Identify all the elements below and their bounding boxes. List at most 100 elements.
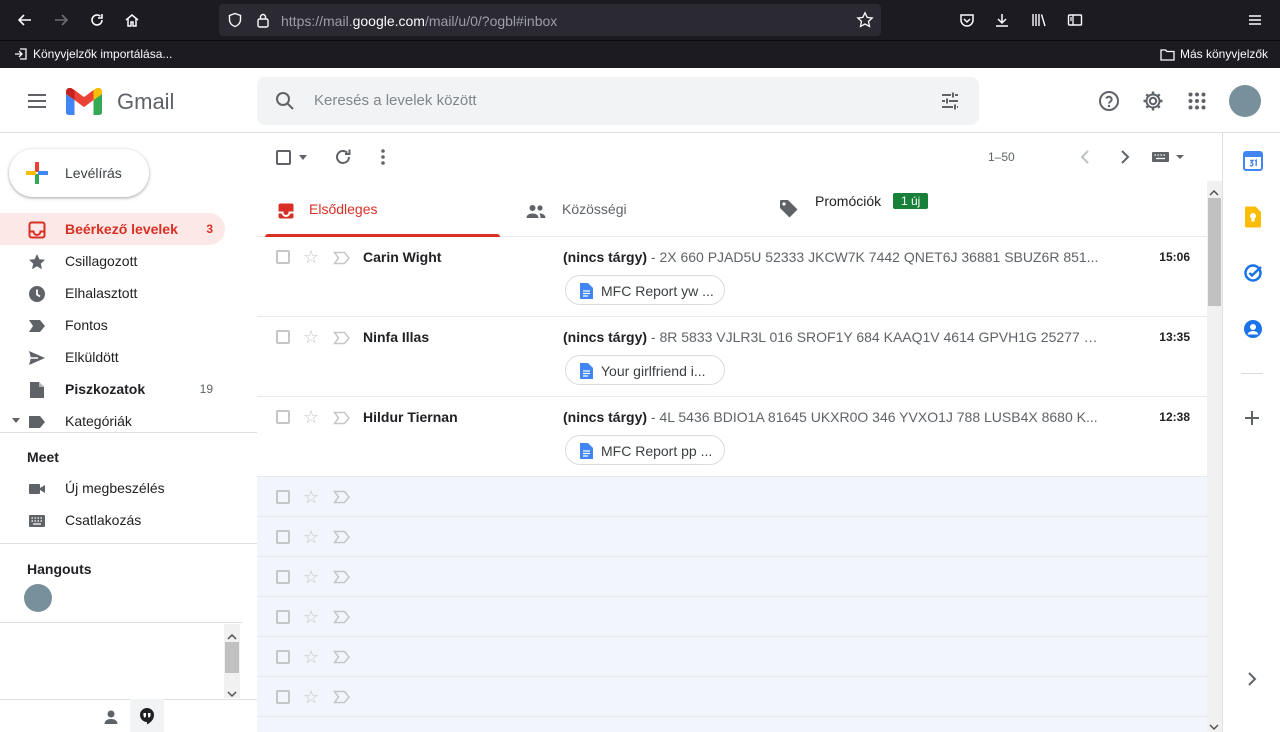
row-checkbox[interactable] [276,490,290,504]
reload-icon[interactable] [85,8,109,32]
gmail-wordmark[interactable]: Gmail [117,89,174,115]
importance-marker-icon[interactable] [333,251,351,265]
next-page-icon[interactable] [1113,145,1137,169]
sidebar-item-inbox[interactable]: Beérkező levelek 3 [0,213,225,245]
star-toggle-icon[interactable]: ☆ [303,487,319,507]
back-icon[interactable] [13,8,37,32]
scroll-up-arrow-icon[interactable] [227,628,237,640]
search-input[interactable]: Keresés a levelek között [314,92,477,109]
row-checkbox[interactable] [276,650,290,664]
select-dropdown-arrow-icon[interactable] [299,155,307,160]
row-checkbox[interactable] [276,690,290,704]
prev-page-icon[interactable] [1073,145,1097,169]
importance-marker-icon[interactable] [333,690,351,704]
email-row[interactable]: ☆ Ninfa Illas (nincs tárgy) - 8R 5833 VJ… [257,317,1207,397]
bookmark-star-icon[interactable] [853,8,877,32]
sidebar-item-snoozed[interactable]: Elhalasztott [0,277,225,309]
star-toggle-icon[interactable]: ☆ [303,327,319,347]
star-toggle-icon[interactable]: ☆ [303,407,319,427]
hangouts-scroll-area[interactable] [0,622,242,699]
tab-label: Promóciók [815,193,882,209]
more-vert-icon[interactable] [371,145,395,169]
importance-marker-icon[interactable] [333,650,351,664]
url-bar[interactable]: https://mail.google.com/mail/u/0/?ogbl#i… [219,4,881,36]
row-checkbox[interactable] [276,570,290,584]
sidebar-toggle-icon[interactable] [1063,8,1087,32]
select-all-checkbox[interactable] [276,150,291,165]
contacts-person-icon[interactable] [99,705,123,729]
importance-marker-icon[interactable] [333,530,351,544]
email-snippet: - 4L 5436 BDIO1A 81645 UKXR0O 346 YVXO1J… [647,409,1098,425]
scroll-down-arrow-icon[interactable] [1209,718,1219,732]
keep-icon[interactable] [1241,205,1265,229]
row-checkbox[interactable] [276,410,290,424]
tab-promotions[interactable]: Promóciók [760,181,1207,237]
tasks-icon[interactable] [1241,261,1265,285]
download-icon[interactable] [990,8,1014,32]
hangouts-avatar[interactable] [24,584,52,612]
attachment-chip[interactable]: Your girlfriend i... [565,355,725,385]
hangouts-chat-icon[interactable] [135,704,159,728]
hangouts-scroll-thumb[interactable] [225,642,239,673]
add-addon-icon[interactable] [1240,406,1264,430]
search-options-icon[interactable] [938,89,962,113]
apps-grid-icon[interactable] [1185,89,1209,113]
refresh-icon[interactable] [331,145,355,169]
sidebar-divider [0,543,257,544]
importance-marker-icon[interactable] [333,490,351,504]
home-icon[interactable] [120,8,144,32]
importance-marker-icon[interactable] [333,331,351,345]
account-avatar[interactable] [1229,85,1261,117]
settings-gear-icon[interactable] [1141,89,1165,113]
meet-join[interactable]: Csatlakozás [0,504,225,536]
scroll-down-arrow-icon[interactable] [227,685,237,698]
star-toggle-icon[interactable]: ☆ [303,647,319,667]
star-toggle-icon[interactable]: ☆ [303,527,319,547]
compose-button[interactable]: Levélírás [9,149,149,197]
tab-primary[interactable]: Elsődleges [257,181,507,237]
forward-icon[interactable] [49,8,73,32]
bookmark-import[interactable]: Könyvjelzők importálása... [14,47,172,61]
tab-social[interactable]: Közösségi [507,181,760,237]
row-checkbox[interactable] [276,610,290,624]
meet-new-meeting[interactable]: Új megbeszélés [0,472,225,504]
sidebar-item-important[interactable]: Fontos [0,309,225,341]
star-toggle-icon[interactable]: ☆ [303,607,319,627]
main-menu-icon[interactable] [25,89,49,113]
bookmark-other[interactable]: Más könyvjelzők [1160,47,1268,61]
expand-panel-icon[interactable] [1240,667,1264,691]
importance-marker-icon[interactable] [333,570,351,584]
star-toggle-icon[interactable]: ☆ [303,687,319,707]
menu-icon[interactable] [1243,8,1267,32]
star-toggle-icon[interactable]: ☆ [303,247,319,267]
url-text[interactable]: https://mail.google.com/mail/u/0/?ogbl#i… [281,13,557,29]
shield-icon[interactable] [223,8,247,32]
row-checkbox[interactable] [276,530,290,544]
importance-marker-icon[interactable] [333,411,351,425]
attachment-chip[interactable]: MFC Report yw ... [565,275,725,305]
expand-arrow-icon[interactable] [12,418,20,423]
row-checkbox[interactable] [276,330,290,344]
contacts-icon[interactable] [1241,317,1265,341]
pocket-icon[interactable] [955,8,979,32]
sidebar-item-starred[interactable]: Csillagozott [0,245,225,277]
unread-count: 3 [206,222,213,236]
star-toggle-icon[interactable]: ☆ [303,567,319,587]
lock-icon[interactable] [251,8,275,32]
sidebar-item-drafts[interactable]: Piszkozatok 19 [0,373,225,405]
email-row[interactable]: ☆ Carin Wight (nincs tárgy) - 2X 660 PJA… [257,237,1207,317]
help-icon[interactable] [1097,89,1121,113]
library-icon[interactable] [1027,8,1051,32]
sidebar-item-sent[interactable]: Elküldött [0,341,225,373]
search-bar[interactable]: Keresés a levelek között [257,77,979,125]
importance-marker-icon[interactable] [333,610,351,624]
row-checkbox[interactable] [276,250,290,264]
search-icon[interactable] [273,89,297,113]
tag-icon [777,197,801,221]
gmail-logo-icon[interactable] [66,87,102,115]
mail-list-scroll-thumb[interactable] [1208,198,1221,306]
attachment-chip[interactable]: MFC Report pp ... [565,435,725,465]
calendar-icon[interactable] [1241,149,1265,173]
input-tools-keyboard-icon[interactable] [1151,145,1187,169]
email-row[interactable]: ☆ Hildur Tiernan (nincs tárgy) - 4L 5436… [257,397,1207,477]
